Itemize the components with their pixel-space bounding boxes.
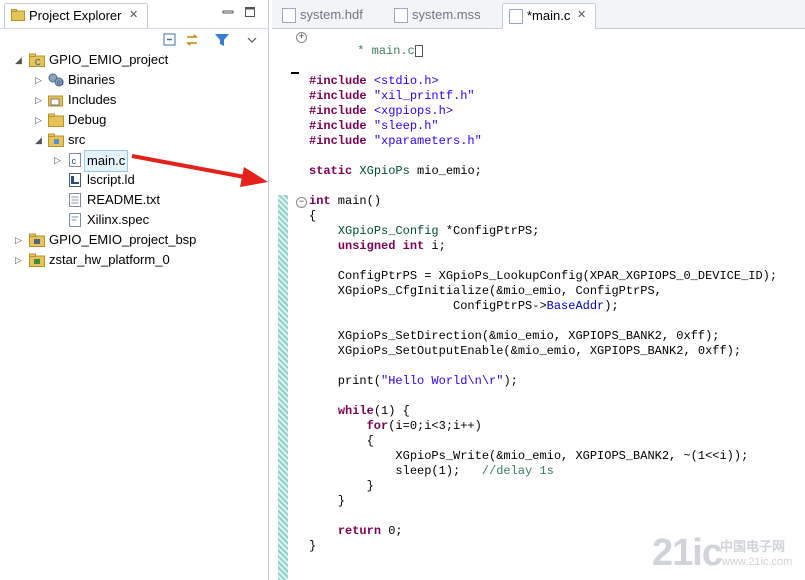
code-line: #include <xgpiops.h> (309, 104, 454, 118)
view-menu-chevron-down-icon[interactable] (244, 33, 260, 47)
code-line: XGpioPs_Config *ConfigPtrPS; (337, 224, 540, 238)
code-line: for(i=0;i<3;i++) (366, 419, 482, 433)
code-area[interactable]: + * main.c − #include <stdio.h> #include … (272, 0, 805, 580)
project-explorer-toolbar (0, 28, 268, 51)
header-comment-text: * main.c (357, 44, 415, 58)
code-line: #include "sleep.h" (309, 119, 439, 133)
bsp-project-icon (29, 233, 45, 247)
spec-file-icon (69, 213, 81, 227)
code-line: } (309, 539, 317, 553)
expanded-arrow-icon[interactable]: ◢ (15, 50, 25, 70)
svg-text:c: c (72, 156, 77, 166)
code-line: #include "xparameters.h" (309, 134, 482, 148)
code-line: unsigned int i; (337, 239, 446, 253)
code-line: XGpioPs_SetDirection(&mio_emio, XGPIOPS_… (309, 329, 720, 343)
code-editor-panel: system.hdf system.mss *main.c ✕ + * main… (131, 0, 805, 580)
folder-icon (48, 113, 64, 127)
cursor-marker (291, 72, 299, 74)
code-line: #include <stdio.h> (309, 74, 439, 88)
tree-item-gpio-emio-project-bsp[interactable]: ▷ GPIO_EMIO_project_bsp (0, 230, 268, 250)
text-file-icon (69, 193, 81, 207)
tree-item-label: Debug (68, 112, 107, 127)
tree-item-gpio-emio-project[interactable]: ◢ C GPIO_EMIO_project (0, 50, 268, 70)
c-source-file-icon: c (69, 153, 81, 167)
tree-item-label: zstar_hw_platform_0 (49, 252, 170, 267)
collapse-all-icon[interactable] (162, 33, 178, 47)
collapsed-arrow-icon[interactable]: ▷ (35, 90, 45, 110)
close-icon[interactable]: ✕ (129, 8, 138, 21)
collapsed-arrow-icon[interactable]: ▷ (35, 110, 45, 130)
code-line: { (309, 209, 317, 223)
collapsed-arrow-icon[interactable]: ▷ (54, 150, 64, 170)
annotation-arrow (131, 154, 268, 187)
svg-text:C: C (35, 58, 41, 67)
tree-item-label: Includes (68, 92, 117, 107)
watermark-logo: 21ic (652, 532, 723, 574)
includes-icon (48, 95, 63, 107)
hardware-platform-icon (29, 253, 45, 267)
code-line: XGpioPs_CfgInitialize(&mio_emio, ConfigP… (309, 284, 662, 298)
tree-item-label: Binaries (68, 72, 115, 87)
project-explorer-title: Project Explorer (29, 8, 122, 23)
tree-item-label: GPIO_EMIO_project_bsp (49, 232, 197, 247)
code-line: ConfigPtrPS = XGpioPs_LookupConfig(XPAR_… (309, 269, 778, 283)
tree-item-includes[interactable]: ▷ Includes (0, 90, 268, 110)
code-line: ConfigPtrPS->BaseAddr); (309, 299, 619, 313)
tree-item-xilinx-spec[interactable]: Xilinx.spec (0, 210, 268, 230)
project-explorer-panel: Project Explorer ✕ ◢ C GPIO_EMIO_project… (0, 0, 269, 580)
filter-icon[interactable] (214, 33, 230, 47)
watermark-url: www.21ic.com (722, 556, 793, 568)
code-line: sleep(1); //delay 1s (309, 464, 554, 478)
code-line: int main() (309, 194, 382, 208)
source-folder-icon (48, 133, 64, 147)
tree-item-readme-txt[interactable]: README.txt (0, 190, 268, 210)
tree-item-binaries[interactable]: ▷ 010 Binaries (0, 70, 268, 90)
tree-item-label: src (68, 132, 86, 147)
expanded-arrow-icon[interactable]: ◢ (35, 130, 45, 150)
maximize-icon[interactable] (244, 6, 256, 18)
minimize-icon[interactable] (222, 6, 234, 18)
link-with-editor-icon[interactable] (184, 33, 200, 47)
tree-item-debug[interactable]: ▷ Debug (0, 110, 268, 130)
tree-item-label: main.c (84, 150, 129, 172)
code-line: } (309, 494, 346, 508)
svg-text:010: 010 (57, 81, 64, 87)
code-line: XGpioPs_Write(&mio_emio, XGPIOPS_BANK2, … (309, 449, 749, 463)
code-line: print("Hello World\n\r"); (309, 374, 518, 388)
collapsed-arrow-icon[interactable]: ▷ (15, 250, 25, 270)
c-project-folder-icon: C (29, 53, 45, 67)
code-line: return 0; (337, 524, 403, 538)
tree-item-zstar-hw-platform[interactable]: ▷ zstar_hw_platform_0 (0, 250, 268, 270)
code-line: while(1) { (337, 404, 410, 418)
tree-item-label: README.txt (87, 192, 160, 207)
binaries-icon: 010 (48, 73, 64, 87)
project-explorer-tabbar: Project Explorer ✕ (0, 0, 268, 28)
collapse-fold-icon[interactable]: − (296, 197, 307, 208)
project-explorer-icon (11, 9, 25, 21)
collapsed-arrow-icon[interactable]: ▷ (35, 70, 45, 90)
code-line: XGpioPs_SetOutputEnable(&mio_emio, XGPIO… (309, 344, 742, 358)
expand-fold-icon[interactable]: + (296, 32, 307, 43)
tree-item-src[interactable]: ◢ src (0, 130, 268, 150)
header-comment-collapsed: * main.c (314, 29, 423, 58)
collapsed-arrow-icon[interactable]: ▷ (15, 230, 25, 250)
tree-item-label: Xilinx.spec (87, 212, 150, 227)
code-line: { (309, 434, 374, 448)
linker-script-icon (69, 173, 81, 187)
code-line: static XGpioPs mio_emio; (309, 164, 482, 178)
code-line: #include "xil_printf.h" (309, 89, 475, 103)
project-explorer-tab[interactable]: Project Explorer ✕ (4, 3, 148, 28)
code-line: } (309, 479, 374, 493)
tree-item-label: GPIO_EMIO_project (49, 52, 169, 67)
watermark-cn: 中国电子网 (720, 539, 786, 554)
